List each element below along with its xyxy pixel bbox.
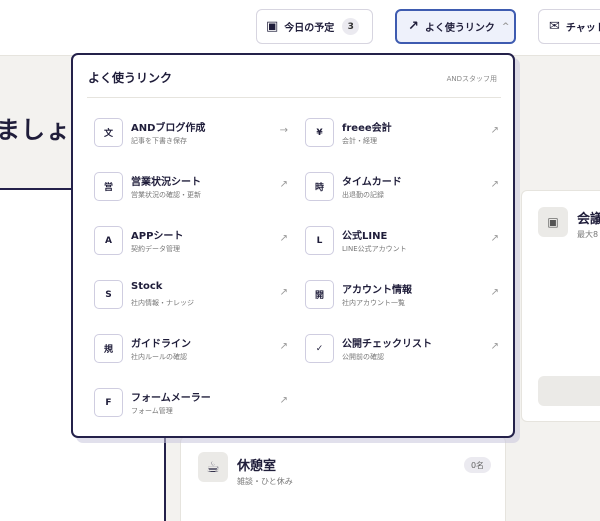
chevron-up-icon: ^ — [501, 21, 510, 32]
favorite-links-dropdown: よく使うリンク ANDスタッフ用 文 ANDブログ作成 記事を下書き保存 → ¥ free… — [71, 53, 515, 438]
link-label: タイムカード — [342, 177, 402, 188]
link-tile-icon: ✓ — [305, 334, 334, 363]
link-description: 契約データ管理 — [131, 245, 180, 253]
link-description: LINE公式アカウント — [342, 245, 407, 253]
dropdown-title: よく使うリンク — [88, 71, 173, 85]
link-tile-icon: 文 — [94, 118, 123, 147]
link-item[interactable]: ¥ freee会計 会計・経理 ↗ — [305, 114, 505, 156]
favorite-links-label: よく使うリンク — [424, 23, 495, 34]
external-link-icon: ↗ — [279, 233, 288, 244]
meeting-icon: ▣ — [538, 207, 568, 237]
external-link-icon: ↗ — [279, 287, 288, 298]
external-link-icon: ↗ — [490, 233, 499, 244]
link-tile-icon: 営 — [94, 172, 123, 201]
arrow-right-icon: → — [279, 125, 288, 136]
link-item[interactable]: L 公式LINE LINE公式アカウント ↗ — [305, 222, 505, 264]
external-link-icon: ↗ — [279, 341, 288, 352]
link-description: 営業状況の確認・更新 — [131, 191, 201, 199]
link-tile-icon: 規 — [94, 334, 123, 363]
link-label: 営業状況シート — [131, 177, 201, 188]
external-link-icon: ↗ — [279, 179, 288, 190]
coffee-icon: ☕ — [198, 452, 228, 482]
link-tile-icon: 開 — [305, 280, 334, 309]
link-item[interactable]: ✓ 公開チェックリスト 公開前の確認 ↗ — [305, 330, 505, 372]
divider — [87, 97, 501, 98]
link-tile-icon: L — [305, 226, 334, 255]
room-card-break[interactable]: ☕ 休憩室 雑談・ひと休み 0名 — [180, 436, 506, 521]
top-bar: ▣ 今日の予定 3 ↗ よく使うリンク ^ ✉ チャット — [0, 0, 600, 56]
room-count-badge: 0名 — [464, 457, 491, 473]
chat-button[interactable]: ✉ チャット — [538, 9, 600, 44]
external-link-icon: ↗ — [490, 125, 499, 136]
link-description: 会計・経理 — [342, 137, 377, 145]
join-button[interactable] — [538, 376, 600, 406]
link-label: ガイドライン — [131, 339, 191, 350]
schedule-count-badge: 3 — [342, 18, 360, 35]
link-item[interactable]: 規ガイドライン 社内ルールの確認 ↗ — [94, 330, 294, 372]
link-item[interactable]: 時タイムカード 出退勤の記録 ↗ — [305, 168, 505, 210]
link-tile-icon: S — [94, 280, 123, 309]
link-label: 公開チェックリスト — [342, 339, 432, 350]
dropdown-note: ANDスタッフ用 — [446, 75, 497, 83]
link-item[interactable]: S Stock 社内情報・ナレッジ ↗ — [94, 276, 294, 318]
external-link-icon: ↗ — [490, 179, 499, 190]
calendar-icon: ▣ — [266, 19, 279, 34]
room-card-meeting[interactable]: ▣ 会議 最大8 — [521, 190, 600, 422]
room-subtitle: 最大8 — [577, 230, 599, 239]
page-heading: ましょ — [0, 116, 71, 144]
mail-icon: ✉ — [549, 19, 560, 34]
external-link-icon: ↗ — [490, 287, 499, 298]
link-description: 社内情報・ナレッジ — [131, 299, 194, 307]
link-label: Stock — [131, 281, 163, 292]
room-title: 会議 — [577, 212, 600, 227]
link-description: 出退勤の記録 — [342, 191, 384, 199]
chat-label: チャット — [565, 23, 600, 34]
link-label: APPシート — [131, 231, 184, 242]
room-subtitle: 雑談・ひと休み — [237, 477, 293, 486]
link-item[interactable]: 文 ANDブログ作成 記事を下書き保存 → — [94, 114, 294, 156]
link-tile-icon: ¥ — [305, 118, 334, 147]
arrow-up-right-icon: ↗ — [408, 19, 419, 34]
favorite-links-button[interactable]: ↗ よく使うリンク ^ — [395, 9, 516, 44]
link-label: アカウント情報 — [342, 285, 412, 296]
link-item[interactable]: A APPシート 契約データ管理 ↗ — [94, 222, 294, 264]
link-item[interactable]: 開アカウント情報 社内アカウント一覧 ↗ — [305, 276, 505, 318]
link-tile-icon: 時 — [305, 172, 334, 201]
link-label: freee会計 — [342, 123, 392, 134]
today-schedule-label: 今日の予定 — [284, 23, 335, 34]
link-item[interactable]: F フォームメーラー フォーム管理 ↗ — [94, 384, 294, 426]
link-description: 社内アカウント一覧 — [342, 299, 405, 307]
today-schedule-button[interactable]: ▣ 今日の予定 3 — [256, 9, 373, 44]
link-label: 公式LINE — [342, 231, 388, 242]
link-description: 公開前の確認 — [342, 353, 384, 361]
link-tile-icon: F — [94, 388, 123, 417]
external-link-icon: ↗ — [279, 395, 288, 406]
external-link-icon: ↗ — [490, 341, 499, 352]
link-tile-icon: A — [94, 226, 123, 255]
link-description: 社内ルールの確認 — [131, 353, 187, 361]
link-description: フォーム管理 — [131, 407, 173, 415]
room-title: 休憩室 — [237, 459, 277, 474]
link-item[interactable]: 営営業状況シート 営業状況の確認・更新 ↗ — [94, 168, 294, 210]
link-label: ANDブログ作成 — [131, 123, 206, 134]
link-description: 記事を下書き保存 — [131, 137, 187, 145]
link-label: フォームメーラー — [131, 393, 211, 404]
